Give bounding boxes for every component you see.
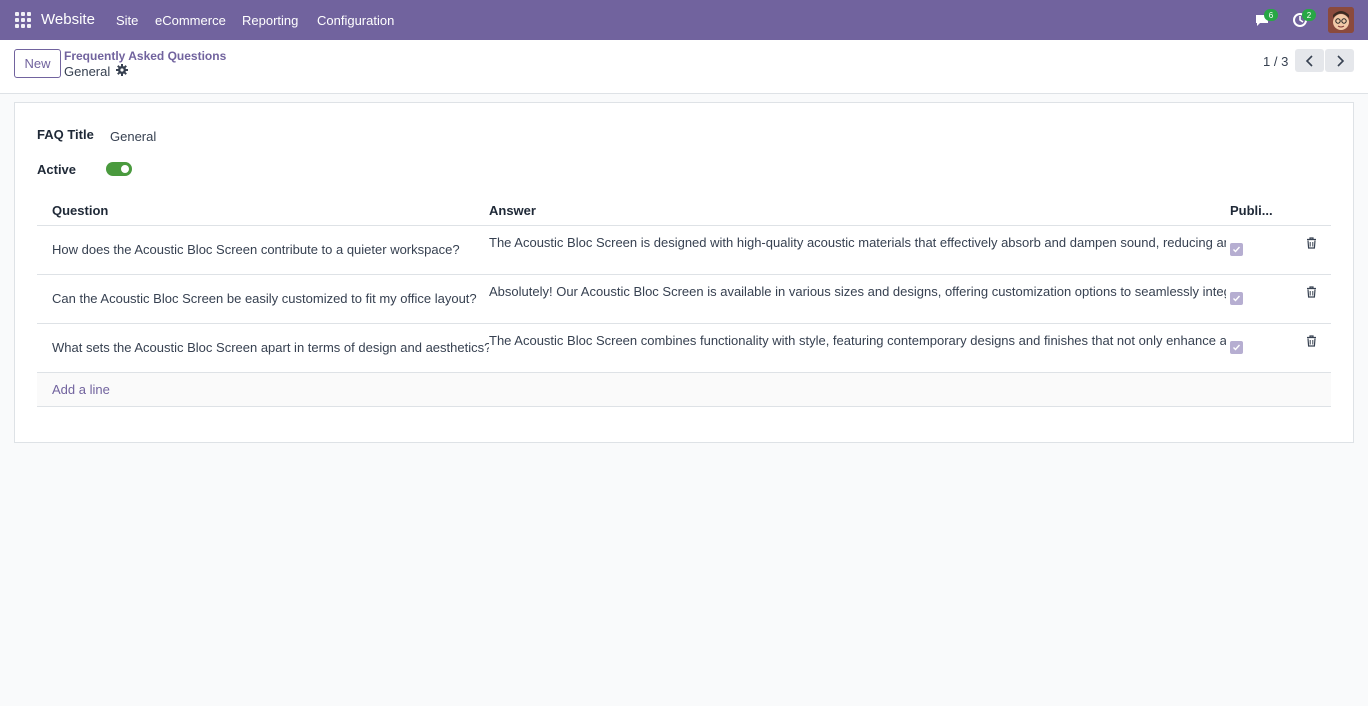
add-line-link[interactable]: Add a line — [52, 382, 110, 397]
column-header-question[interactable]: Question — [52, 203, 108, 218]
user-avatar[interactable] — [1328, 7, 1354, 33]
messages-badge: 6 — [1264, 9, 1278, 21]
app-brand[interactable]: Website — [41, 11, 95, 28]
check-icon — [1233, 344, 1241, 351]
pager-next-button[interactable] — [1325, 49, 1354, 72]
active-toggle[interactable] — [106, 162, 132, 176]
trash-icon[interactable] — [1306, 286, 1317, 298]
table-row[interactable]: Can the Acoustic Bloc Screen be easily c… — [37, 275, 1331, 324]
pager-value: 1 / 3 — [1263, 54, 1289, 69]
gear-icon[interactable] — [116, 64, 128, 76]
breadcrumb[interactable]: Frequently Asked Questions — [64, 49, 226, 63]
top-navbar: Website Site eCommerce Reporting Configu… — [0, 0, 1368, 40]
answer-cell[interactable]: The Acoustic Bloc Screen combines functi… — [489, 333, 1226, 348]
table-row[interactable]: How does the Acoustic Bloc Screen contri… — [37, 226, 1331, 275]
check-icon — [1233, 246, 1241, 253]
control-panel: New Frequently Asked Questions General 1… — [0, 40, 1368, 94]
record-name: General — [64, 64, 111, 79]
form-sheet: FAQ Title General Active Question Answer… — [14, 102, 1354, 443]
published-checkbox[interactable] — [1230, 243, 1243, 256]
chevron-left-icon — [1305, 54, 1313, 67]
answer-cell[interactable]: The Acoustic Bloc Screen is designed wit… — [489, 235, 1226, 250]
messages-icon[interactable]: 6 — [1254, 9, 1278, 28]
new-button[interactable]: New — [14, 49, 61, 78]
menu-configuration[interactable]: Configuration — [317, 13, 394, 28]
trash-icon[interactable] — [1306, 335, 1317, 347]
faq-table: Question Answer Publi... How does the Ac… — [37, 197, 1331, 407]
activities-icon[interactable]: 2 — [1292, 9, 1316, 28]
add-line-row: Add a line — [37, 373, 1331, 407]
apps-menu-icon[interactable] — [15, 12, 31, 28]
menu-reporting[interactable]: Reporting — [242, 13, 298, 28]
trash-icon[interactable] — [1306, 237, 1317, 249]
table-header: Question Answer Publi... — [37, 197, 1331, 226]
column-header-published[interactable]: Publi... — [1230, 203, 1273, 218]
check-icon — [1233, 295, 1241, 302]
faq-title-label: FAQ Title — [37, 127, 94, 142]
published-checkbox[interactable] — [1230, 341, 1243, 354]
answer-cell[interactable]: Absolutely! Our Acoustic Bloc Screen is … — [489, 284, 1226, 299]
question-cell[interactable]: Can the Acoustic Bloc Screen be easily c… — [52, 291, 489, 306]
column-header-answer[interactable]: Answer — [489, 203, 536, 218]
activities-badge: 2 — [1302, 9, 1316, 21]
menu-site[interactable]: Site — [116, 13, 138, 28]
table-row[interactable]: What sets the Acoustic Bloc Screen apart… — [37, 324, 1331, 373]
question-cell[interactable]: What sets the Acoustic Bloc Screen apart… — [52, 340, 489, 355]
question-cell[interactable]: How does the Acoustic Bloc Screen contri… — [52, 242, 489, 257]
faq-title-field[interactable]: General — [110, 129, 156, 144]
chevron-right-icon — [1336, 54, 1344, 67]
pager-previous-button[interactable] — [1295, 49, 1324, 72]
published-checkbox[interactable] — [1230, 292, 1243, 305]
active-label: Active — [37, 162, 77, 177]
menu-ecommerce[interactable]: eCommerce — [155, 13, 226, 28]
